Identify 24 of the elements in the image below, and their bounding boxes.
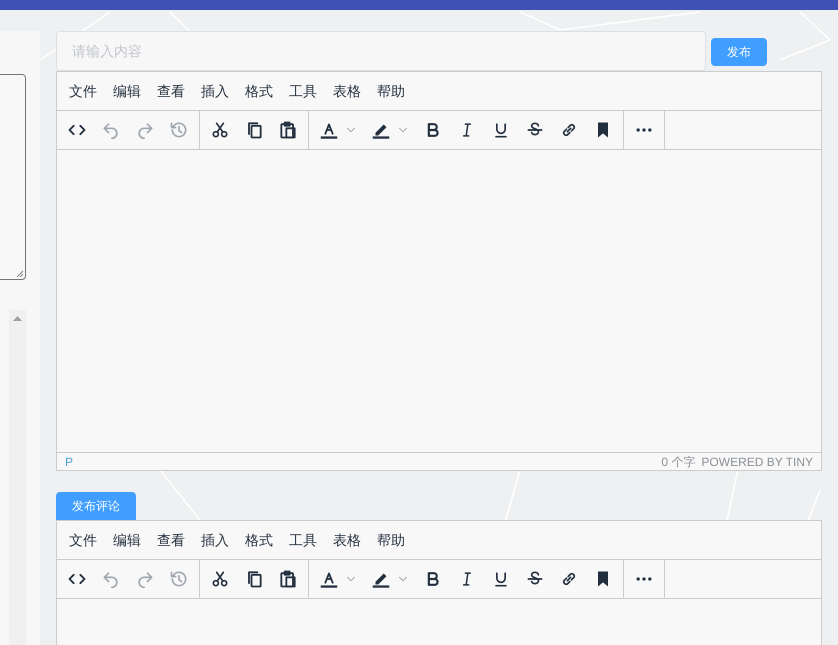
menu-item[interactable]: 编辑 — [105, 526, 149, 554]
menu-item[interactable]: 表格 — [325, 77, 369, 105]
menu-item[interactable]: 帮助 — [369, 77, 413, 105]
resize-grip-icon — [16, 270, 24, 278]
clipboard-icon[interactable] — [278, 569, 298, 589]
clipboard-icon[interactable] — [278, 120, 298, 140]
menu-item[interactable]: 插入 — [193, 526, 237, 554]
scissors-icon[interactable] — [210, 120, 230, 140]
text-area[interactable] — [0, 74, 26, 280]
menu-item[interactable]: 插入 — [193, 77, 237, 105]
menu-item[interactable]: 格式 — [237, 526, 281, 554]
menu-item[interactable]: 查看 — [149, 77, 193, 105]
menu-item[interactable]: 工具 — [281, 526, 325, 554]
menu-item[interactable]: 编辑 — [105, 77, 149, 105]
menu-item[interactable]: 表格 — [325, 526, 369, 554]
menu-item[interactable]: 工具 — [281, 77, 325, 105]
menu-item[interactable]: 格式 — [237, 77, 281, 105]
word-count: 0 个字 — [661, 454, 696, 470]
scrollbar[interactable] — [9, 310, 26, 645]
menu-item[interactable]: 查看 — [149, 526, 193, 554]
menu-item[interactable]: 帮助 — [369, 526, 413, 554]
scissors-icon[interactable] — [210, 569, 230, 589]
menu-item[interactable]: 文件 — [61, 77, 105, 105]
menu-item[interactable]: 文件 — [61, 526, 105, 554]
